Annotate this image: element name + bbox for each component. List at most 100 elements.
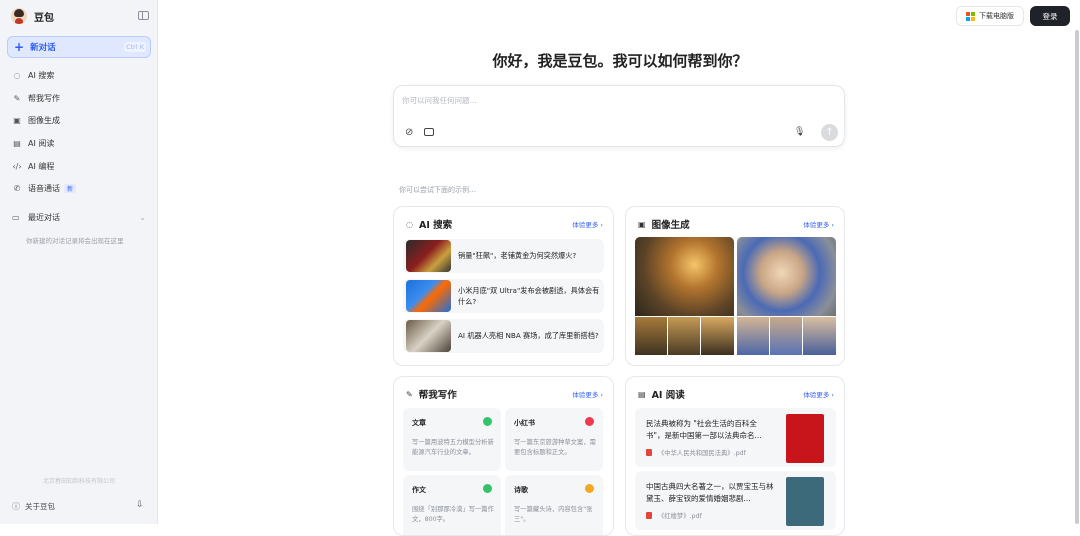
sidebar-item-label: AI 阅读 xyxy=(28,138,55,148)
pdf-icon xyxy=(646,449,652,456)
chat-bubble-icon: ▭ xyxy=(12,213,20,222)
sidebar-item-ai-search[interactable]: ◌ AI 搜索 xyxy=(12,64,152,87)
login-button[interactable]: 登录 xyxy=(1030,6,1070,26)
doc-summary: 民法典被称为 "社会生活的百科全书"，是新中国第一部以法典命名... xyxy=(646,419,762,440)
news-item[interactable]: 销量"狂飙"，老铺黄金为何突然爆火? xyxy=(403,239,604,273)
tile-description: 写一篇东京旅游种草文案，需要包含标题和正文。 xyxy=(514,439,596,457)
tile-description: 写一篇藏头诗，内容包含"张三"。 xyxy=(514,506,593,524)
sidebar-item-voice-call[interactable]: ✆ 语音通话 新 xyxy=(12,177,152,200)
card-header: ▣ 图像生成 xyxy=(638,217,690,232)
image-icon: ▣ xyxy=(13,116,21,126)
tile-title: 文章 xyxy=(412,419,426,427)
deer-variant-image[interactable] xyxy=(701,317,734,355)
sidebar-item-label: 语音通话 xyxy=(28,184,60,194)
tile-description: 围绕「别那那冷漠」写一篇作文，800字。 xyxy=(412,506,494,524)
chat-composer[interactable]: 你可以问我任何问题... ⊘ 🎙 ↑ xyxy=(393,85,845,147)
card-title: 图像生成 xyxy=(651,220,690,231)
tile-title: 小红书 xyxy=(514,419,535,427)
news-item[interactable]: 小米月底"双 Ultra"发布会被剧透，具体会有什么? xyxy=(403,279,604,313)
reading-icon: ▤ xyxy=(13,138,21,148)
download-desktop-button[interactable]: 下载电脑版 xyxy=(956,6,1024,26)
reading-doc-item[interactable]: 民法典被称为 "社会生活的百科全书"，是新中国第一部以法典命名... 《中华人民… xyxy=(635,408,836,467)
recent-empty-text: 你新建的对话记录将会出现在这里 xyxy=(26,237,124,245)
card-title: AI 搜索 xyxy=(418,220,453,231)
dream-red-chamber-cover-image xyxy=(786,477,824,526)
new-chat-label: 新对话 xyxy=(30,43,56,53)
chat-input[interactable]: 你可以问我任何问题... xyxy=(402,95,477,106)
sidebar-item-label: AI 搜索 xyxy=(28,70,55,80)
essay-icon xyxy=(483,484,492,493)
tile-title: 诗歌 xyxy=(514,486,528,494)
news-title: 小米月底"双 Ultra"发布会被剧透，具体会有什么? xyxy=(458,285,600,306)
news-thumbnail xyxy=(406,240,451,272)
writing-icon: ✎ xyxy=(13,93,21,103)
writing-icon: ✎ xyxy=(406,389,413,399)
image-generation-card: ▣ 图像生成 体验更多 › xyxy=(625,206,845,366)
sidebar-item-image[interactable]: ▣ 图像生成 xyxy=(12,109,152,132)
article-icon xyxy=(483,417,492,426)
poem-icon xyxy=(585,484,594,493)
sidebar-collapse-icon[interactable] xyxy=(138,11,149,20)
deer-image[interactable] xyxy=(635,237,734,316)
windows-icon xyxy=(966,11,975,21)
ai-reading-card: ▤ AI 阅读 体验更多 › 民法典被称为 "社会生活的百科全书"，是新中国第一… xyxy=(625,376,845,536)
greeting-title: 你好，我是豆包。我可以如何帮到你？ xyxy=(492,52,748,70)
about-label: 关于豆包 xyxy=(25,502,55,511)
sidebar-item-label: 帮我写作 xyxy=(28,93,60,103)
about-link[interactable]: ⓘ 关于豆包 xyxy=(12,501,55,512)
sidebar-item-coding[interactable]: ‹/› AI 编程 xyxy=(12,155,152,178)
recent-chats-toggle[interactable]: ▭ 最近对话 ⌄ xyxy=(12,212,146,223)
doc-summary: 中国古典四大名著之一，以贾宝玉与林黛玉、薛宝钗的爱情婚姻悲剧... xyxy=(646,482,774,503)
examples-hint: 你可以尝试下面的示例… xyxy=(399,186,476,194)
new-chat-button[interactable]: + 新对话 Ctrl K xyxy=(7,36,151,58)
doc-filename: 《中华人民共和国民法典》.pdf xyxy=(658,450,746,457)
cat-variant-image[interactable] xyxy=(803,317,836,355)
reading-doc-item[interactable]: 中国古典四大名著之一，以贾宝玉与林黛玉、薛宝钗的爱情婚姻悲剧... 《红楼梦》.… xyxy=(635,471,836,530)
attachment-icon[interactable]: ⊘ xyxy=(405,127,413,138)
tile-title: 作文 xyxy=(412,486,426,494)
sidebar-nav: ◌ AI 搜索 ✎ 帮我写作 ▣ 图像生成 ▤ AI 阅读 ‹/› AI 编程 … xyxy=(12,64,152,200)
deer-variant-image[interactable] xyxy=(668,317,700,355)
card-header: ◌ AI 搜索 xyxy=(406,217,453,232)
pdf-icon xyxy=(646,512,652,519)
scrollbar[interactable] xyxy=(1075,30,1079,524)
writing-example-tile[interactable]: 作文 围绕「别那那冷漠」写一篇作文，800字。 xyxy=(403,475,501,535)
tile-description: 写一篇用波特五力模型分析新能源汽车行业的文章。 xyxy=(412,439,494,457)
microphone-icon[interactable]: 🎙 xyxy=(794,127,805,137)
sidebar: 豆包 + 新对话 Ctrl K ◌ AI 搜索 ✎ 帮我写作 ▣ 图像生成 ▤ … xyxy=(0,0,158,524)
writing-example-tile[interactable]: 文章 写一篇用波特五力模型分析新能源汽车行业的文章。 xyxy=(403,408,501,471)
news-title: 销量"狂飙"，老铺黄金为何突然爆火? xyxy=(458,251,577,261)
plus-icon: + xyxy=(14,40,25,54)
see-more-link[interactable]: 体验更多 › xyxy=(572,389,603,399)
see-more-link[interactable]: 体验更多 › xyxy=(803,389,834,399)
see-more-link[interactable]: 体验更多 › xyxy=(803,219,834,229)
card-header: ▤ AI 阅读 xyxy=(638,387,685,402)
download-icon[interactable]: ⇩ xyxy=(136,500,144,510)
ai-search-card: ◌ AI 搜索 体验更多 › 销量"狂飙"，老铺黄金为何突然爆火? 小米月底"双… xyxy=(393,206,614,366)
cat-variant-image[interactable] xyxy=(770,317,802,355)
news-title: AI 机器人亮相 NBA 赛场，成了库里新搭档? xyxy=(458,331,599,341)
ai-search-icon: ◌ xyxy=(406,219,413,229)
news-thumbnail xyxy=(406,320,451,352)
news-thumbnail xyxy=(406,280,451,312)
news-item[interactable]: AI 机器人亮相 NBA 赛场，成了库里新搭档? xyxy=(403,319,604,353)
sidebar-item-reading[interactable]: ▤ AI 阅读 xyxy=(12,132,152,155)
card-title: AI 阅读 xyxy=(651,390,685,401)
sidebar-item-label: AI 编程 xyxy=(28,161,55,171)
writing-example-tile[interactable]: 小红书 写一篇东京旅游种草文案，需要包含标题和正文。 xyxy=(505,408,603,471)
cat-image[interactable] xyxy=(737,237,836,316)
deer-variant-image[interactable] xyxy=(635,317,667,355)
doc-file: 《红楼梦》.pdf xyxy=(646,511,702,520)
doc-file: 《中华人民共和国民法典》.pdf xyxy=(646,448,746,457)
send-button[interactable]: ↑ xyxy=(821,124,838,141)
download-desktop-label: 下载电脑版 xyxy=(979,12,1014,20)
sidebar-item-writing[interactable]: ✎ 帮我写作 xyxy=(12,87,152,110)
see-more-link[interactable]: 体验更多 › xyxy=(572,219,603,229)
image-upload-icon[interactable] xyxy=(424,128,434,136)
main-area: 下载电脑版 登录 你好，我是豆包。我可以如何帮到你？ 你可以问我任何问题... … xyxy=(159,0,1080,536)
brand[interactable]: 豆包 xyxy=(11,8,54,24)
writing-example-tile[interactable]: 诗歌 写一篇藏头诗，内容包含"张三"。 xyxy=(505,475,603,535)
company-name: 北京春田知韵科技有限公司 xyxy=(42,478,115,485)
info-icon: ⓘ xyxy=(12,502,20,511)
cat-variant-image[interactable] xyxy=(737,317,769,355)
